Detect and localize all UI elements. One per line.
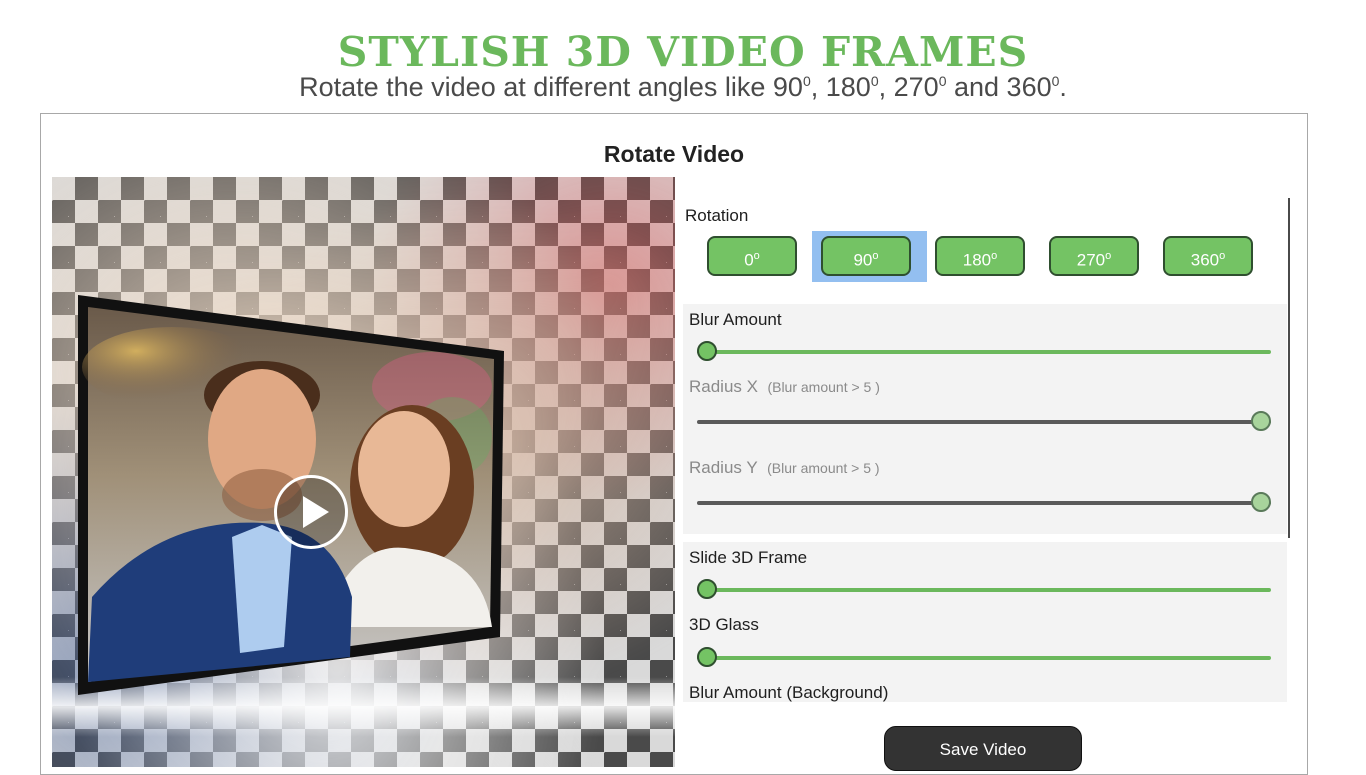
radius-y-label: Radius Y (Blur amount > 5 ) bbox=[689, 458, 880, 477]
app-window: Rotate Video Rotation 0o 90o 180o 270o 3… bbox=[40, 113, 1308, 775]
rotate-180-button[interactable]: 180o bbox=[935, 236, 1025, 276]
slide-3d-frame-slider[interactable] bbox=[697, 578, 1271, 602]
window-title: Rotate Video bbox=[603, 141, 745, 167]
rotate-90-button[interactable]: 90o bbox=[821, 236, 911, 276]
rotation-label: Rotation bbox=[685, 206, 749, 225]
3d-glass-label: 3D Glass bbox=[689, 615, 759, 634]
rotate-0-button[interactable]: 0o bbox=[707, 236, 797, 276]
rotate-360-button[interactable]: 360o bbox=[1163, 236, 1253, 276]
play-button[interactable] bbox=[274, 475, 348, 549]
blur-amount-slider[interactable] bbox=[697, 340, 1271, 364]
3d-glass-slider[interactable] bbox=[697, 646, 1271, 670]
radius-y-slider[interactable] bbox=[697, 491, 1271, 515]
blur-amount-thumb[interactable] bbox=[697, 341, 717, 361]
slide-3d-frame-label: Slide 3D Frame bbox=[689, 548, 808, 567]
scrollbar[interactable] bbox=[1288, 198, 1290, 538]
save-video-button[interactable]: Save Video bbox=[884, 726, 1082, 771]
radius-x-slider[interactable] bbox=[697, 410, 1271, 434]
blur-background-label: Blur Amount (Background) bbox=[689, 683, 889, 702]
3d-frame bbox=[78, 295, 504, 695]
slide-3d-frame-thumb[interactable] bbox=[697, 579, 717, 599]
video-preview[interactable] bbox=[52, 177, 675, 767]
promo-subline: Rotate the video at different angles lik… bbox=[299, 72, 1067, 102]
blur-amount-label: Blur Amount bbox=[689, 310, 782, 329]
radius-x-thumb[interactable] bbox=[1251, 411, 1271, 431]
rotate-270-button[interactable]: 270o bbox=[1049, 236, 1139, 276]
promo-headline: STYLISH 3D VIDEO FRAMES bbox=[337, 28, 1029, 76]
radius-x-label: Radius X (Blur amount > 5 ) bbox=[689, 377, 880, 396]
play-icon bbox=[303, 496, 329, 528]
3d-glass-thumb[interactable] bbox=[697, 647, 717, 667]
radius-y-thumb[interactable] bbox=[1251, 492, 1271, 512]
